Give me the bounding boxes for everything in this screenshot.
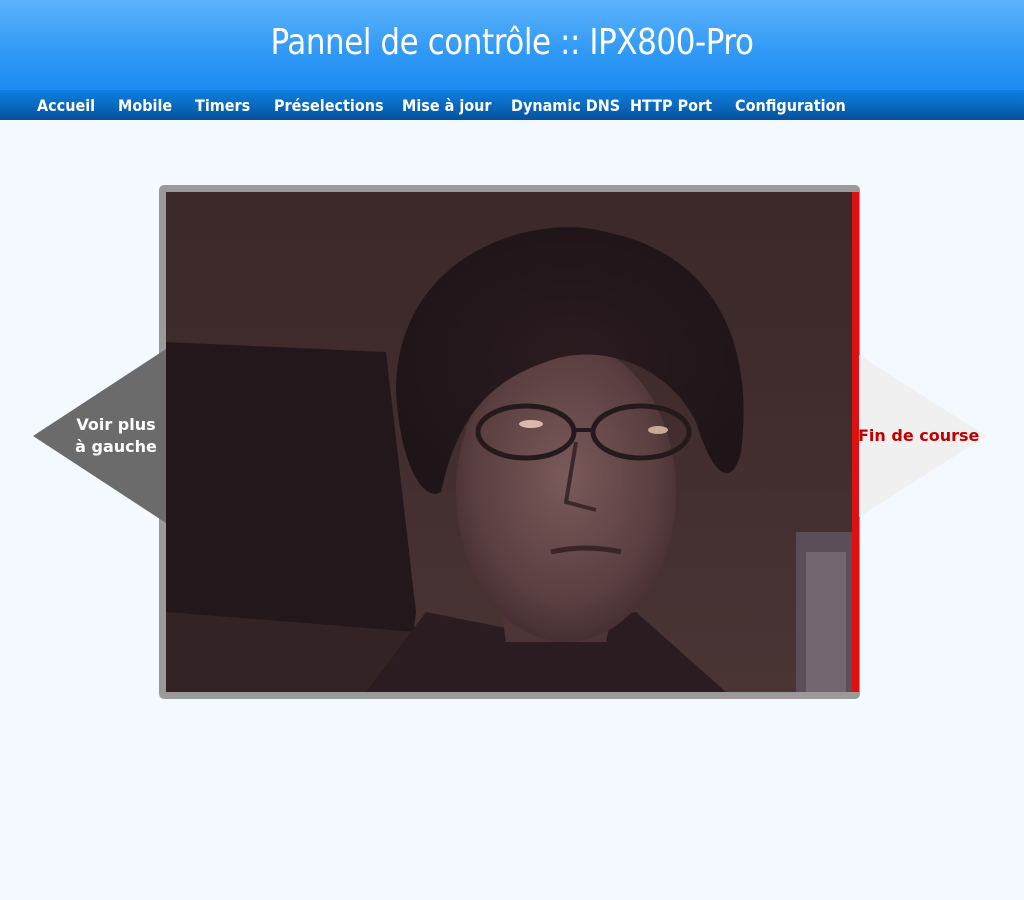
left-arrow-label-line2[interactable]: à gauche — [72, 436, 160, 458]
page-title: Pannel de contrôle :: IPX800-Pro — [270, 22, 754, 63]
nav-item-mobile[interactable]: Mobile — [118, 90, 172, 120]
nav-item-configuration[interactable]: Configuration — [735, 90, 846, 120]
camera-feed-image — [166, 192, 853, 692]
nav-item-timers[interactable]: Timers — [195, 90, 250, 120]
nav-item-http-port[interactable]: HTTP Port — [630, 90, 712, 120]
webcam-snapshot — [166, 192, 853, 692]
nav-item-dynamic-dns[interactable]: Dynamic DNS — [511, 90, 620, 120]
nav-item-preselections[interactable]: Préselections — [274, 90, 384, 120]
nav-bar: Accueil Mobile Timers Préselections Mise… — [0, 90, 1024, 120]
left-arrow-label-line1[interactable]: Voir plus — [72, 414, 160, 436]
right-arrow-label: Fin de course — [858, 426, 980, 445]
nav-item-mise-a-jour[interactable]: Mise à jour — [402, 90, 492, 120]
nav-item-accueil[interactable]: Accueil — [37, 90, 95, 120]
header-banner: Pannel de contrôle :: IPX800-Pro — [0, 0, 1024, 90]
